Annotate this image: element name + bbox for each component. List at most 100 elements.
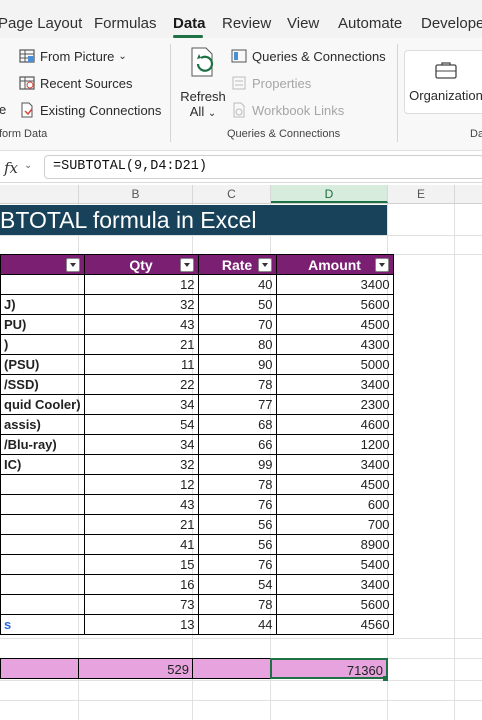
cell-qty[interactable]: 43 [83, 494, 199, 515]
tab-formulas[interactable]: Formulas [94, 15, 157, 32]
cell-amount[interactable]: 4500 [275, 474, 394, 495]
cell-item[interactable]: assis) [0, 414, 85, 435]
cell-item[interactable] [0, 274, 85, 295]
column-header-a[interactable] [0, 185, 79, 203]
cell-rate[interactable]: 76 [197, 494, 277, 515]
organization-button[interactable]: Organization [404, 50, 482, 114]
workbook-links-button[interactable]: Workbook Links [231, 102, 344, 118]
cell-qty[interactable]: 21 [83, 514, 199, 535]
column-header-b[interactable]: B [79, 185, 193, 203]
cell-amount[interactable]: 4560 [275, 614, 394, 635]
cell-amount[interactable]: 5000 [275, 354, 394, 375]
cell-qty[interactable]: 12 [83, 474, 199, 495]
cell-qty[interactable]: 13 [83, 614, 199, 635]
refresh-all-button[interactable]: Refresh All ⌄ [180, 46, 226, 126]
existing-connections-button[interactable]: Existing Connections [19, 102, 161, 118]
total-qty-cell[interactable]: 529 [78, 658, 193, 679]
cell-amount[interactable]: 4500 [275, 314, 394, 335]
cell-rate[interactable]: 78 [197, 474, 277, 495]
cell-amount[interactable]: 3400 [275, 574, 394, 595]
cell-item[interactable] [0, 574, 85, 595]
cell-item[interactable] [0, 534, 85, 555]
cell-item[interactable]: ) [0, 334, 85, 355]
cell-item[interactable] [0, 474, 85, 495]
cell-rate[interactable]: 76 [197, 554, 277, 575]
cell-item[interactable]: /Blu-ray) [0, 434, 85, 455]
cell-amount[interactable]: 5600 [275, 594, 394, 615]
chevron-down-icon[interactable]: ⌄ [24, 160, 32, 171]
filter-dropdown-icon[interactable] [257, 258, 272, 272]
cell-rate[interactable]: 80 [197, 334, 277, 355]
total-rate-cell[interactable] [192, 658, 271, 679]
filter-dropdown-icon[interactable] [179, 258, 194, 272]
cell-rate[interactable]: 70 [197, 314, 277, 335]
cell-qty[interactable]: 32 [83, 294, 199, 315]
insert-function-icon[interactable]: fx [4, 159, 18, 177]
tab-view[interactable]: View [287, 15, 319, 32]
cell-rate[interactable]: 56 [197, 534, 277, 555]
cell-rate[interactable]: 50 [197, 294, 277, 315]
column-header-e[interactable]: E [388, 185, 455, 203]
cell-amount[interactable]: 4600 [275, 414, 394, 435]
cell-rate[interactable]: 66 [197, 434, 277, 455]
formula-input[interactable]: =SUBTOTAL(9,D4:D21) [44, 155, 482, 179]
cell-item[interactable] [0, 514, 85, 535]
total-cell-label[interactable] [0, 658, 79, 679]
total-amount-cell[interactable]: 71360 [270, 658, 388, 679]
cell-qty[interactable]: 12 [83, 274, 199, 295]
cell-amount[interactable]: 5400 [275, 554, 394, 575]
column-header-d[interactable]: D [271, 185, 388, 203]
cell-amount[interactable]: 3400 [275, 454, 394, 475]
tab-data[interactable]: Data [173, 15, 206, 32]
cell-rate[interactable]: 78 [197, 374, 277, 395]
cell-amount[interactable]: 2300 [275, 394, 394, 415]
cell-item[interactable] [0, 494, 85, 515]
filter-dropdown-icon[interactable] [65, 258, 80, 272]
cell-item[interactable]: IC) [0, 454, 85, 475]
properties-button[interactable]: Properties [231, 75, 311, 91]
cell-qty[interactable]: 73 [83, 594, 199, 615]
cell-item[interactable]: J) [0, 294, 85, 315]
cell-amount[interactable]: 700 [275, 514, 394, 535]
column-header-c[interactable]: C [193, 185, 271, 203]
cell-qty[interactable]: 34 [83, 434, 199, 455]
cell-qty[interactable]: 32 [83, 454, 199, 475]
cell-item[interactable] [0, 554, 85, 575]
cell-item[interactable]: /SSD) [0, 374, 85, 395]
tab-automate[interactable]: Automate [338, 15, 402, 32]
cell-item[interactable]: PU) [0, 314, 85, 335]
worksheet-grid[interactable]: BTOTAL formula in Excel Qty Rate Amount … [0, 204, 482, 720]
filter-dropdown-icon[interactable] [374, 258, 389, 272]
cell-amount[interactable]: 1200 [275, 434, 394, 455]
cell-rate[interactable]: 77 [197, 394, 277, 415]
cell-amount[interactable]: 5600 [275, 294, 394, 315]
recent-sources-button[interactable]: Recent Sources [19, 75, 133, 91]
cell-rate[interactable]: 90 [197, 354, 277, 375]
cell-rate[interactable]: 44 [197, 614, 277, 635]
cell-rate[interactable]: 56 [197, 514, 277, 535]
cell-qty[interactable]: 22 [83, 374, 199, 395]
fill-handle[interactable] [383, 676, 388, 681]
from-picture-button[interactable]: From Picture ⌄ [19, 48, 127, 64]
tab-developer[interactable]: Developer [421, 15, 482, 32]
cell-qty[interactable]: 41 [83, 534, 199, 555]
tab-review[interactable]: Review [222, 15, 271, 32]
cell-amount[interactable]: 3400 [275, 274, 394, 295]
cell-rate[interactable]: 54 [197, 574, 277, 595]
queries-connections-button[interactable]: Queries & Connections [231, 48, 386, 64]
cell-item[interactable]: quid Cooler) [0, 394, 85, 415]
cell-qty[interactable]: 21 [83, 334, 199, 355]
tab-page-layout[interactable]: Page Layout [0, 15, 82, 32]
cell-amount[interactable]: 600 [275, 494, 394, 515]
cell-rate[interactable]: 78 [197, 594, 277, 615]
cell-amount[interactable]: 4300 [275, 334, 394, 355]
cell-rate[interactable]: 68 [197, 414, 277, 435]
cell-rate[interactable]: 40 [197, 274, 277, 295]
cell-qty[interactable]: 54 [83, 414, 199, 435]
cell-item[interactable]: s [0, 614, 85, 635]
cell-qty[interactable]: 15 [83, 554, 199, 575]
cell-item[interactable]: (PSU) [0, 354, 85, 375]
cell-qty[interactable]: 11 [83, 354, 199, 375]
cell-amount[interactable]: 3400 [275, 374, 394, 395]
cell-qty[interactable]: 43 [83, 314, 199, 335]
